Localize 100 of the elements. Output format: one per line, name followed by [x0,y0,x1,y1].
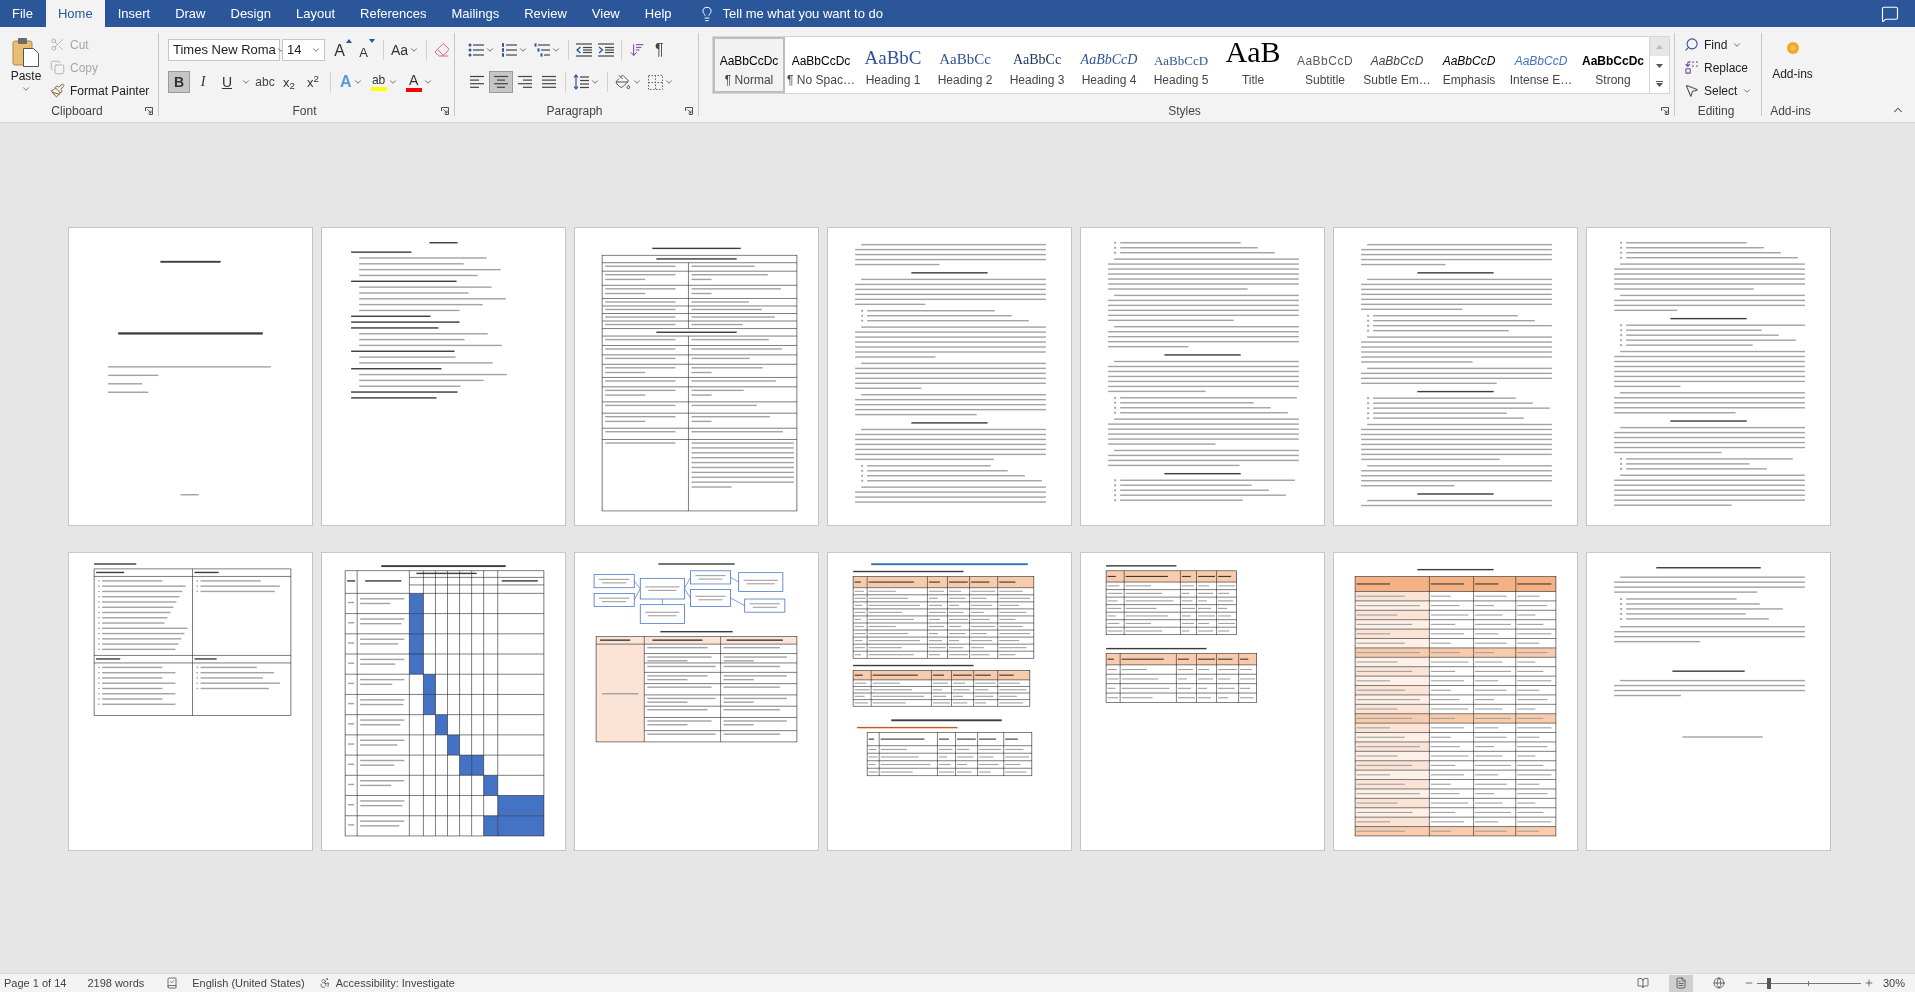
print-layout-button[interactable] [1668,974,1693,992]
plus-icon [1863,978,1874,988]
group-label: Add-ins [1770,104,1811,117]
group-label: Paragraph [546,104,603,117]
style-option[interactable]: AaBbCcD Heading 4 [1073,37,1145,93]
comment-icon [1881,4,1899,23]
page-icon [1674,977,1687,989]
align-center-button[interactable] [489,71,513,93]
style-option[interactable]: AaBbC Heading 1 [857,37,929,93]
dialog-launcher-button[interactable] [440,105,450,116]
superscript-button[interactable]: x$^{2}$ [302,71,324,93]
group-label: Clipboard [51,104,103,117]
align-center-icon [493,75,509,89]
underline-button[interactable]: U [216,71,238,93]
font-name-field[interactable]: Times New Roma [168,39,280,61]
dialog-launcher-button[interactable] [684,105,694,116]
caret-icon [518,45,528,55]
copy-icon [50,60,65,75]
change-case-button[interactable]: Aa [388,39,423,61]
dialog-launcher-button[interactable] [1660,105,1670,116]
strikethrough-button[interactable]: abc [254,71,276,93]
style-option[interactable]: AaBbCcD Emphasis [1433,37,1505,93]
dialog-launcher-button[interactable] [144,105,154,116]
ribbon-tab[interactable]: References [348,0,439,27]
triangle-up-icon [345,39,352,43]
style-option[interactable]: AaBbCcDc ¶ Normal [713,37,785,93]
caret-icon [422,77,433,87]
caret-icon [664,77,674,87]
highlight-color-button[interactable]: ab [367,71,401,93]
ribbon-tab[interactable]: Draw [163,0,218,27]
ribbon-tab[interactable]: Insert [105,0,163,27]
group-label: Styles [1168,104,1201,117]
shrink-font-button[interactable]: A [355,39,379,61]
numbered-list-icon [501,43,517,57]
find-button[interactable]: Find [1684,33,1753,56]
ribbon-tab[interactable]: Review [512,0,579,27]
justify-icon [541,75,557,89]
line-spacing-icon [573,74,589,90]
caret-icon [241,77,251,87]
caret-icon [352,77,363,87]
style-option[interactable]: AaBbCcD Subtle Em… [1361,37,1433,93]
book-check-icon[interactable] [166,977,179,989]
style-option[interactable]: AaBbCcD Heading 5 [1145,37,1217,93]
paint-bucket-icon [615,74,631,90]
ribbon-tab[interactable]: Home [45,0,105,27]
ribbon-tab[interactable]: View [579,0,632,27]
dialog-launcher-icon [145,106,153,115]
ribbon-tab[interactable]: Layout [283,0,347,27]
dialog-launcher-icon [1661,106,1669,115]
select-button[interactable]: Select [1684,79,1753,102]
more-icon [1656,81,1663,87]
style-option[interactable]: AaBbCcDc ¶ No Spac… [785,37,857,93]
subscript-button[interactable]: x$_{2}$ [278,71,300,93]
zoom-level[interactable]: 30% [1882,974,1915,992]
bold-button[interactable]: B [168,71,190,93]
ribbon-tab[interactable]: Design [218,0,283,27]
paste-button[interactable]: Paste [6,33,46,102]
language-label[interactable]: English (United States) [192,974,305,992]
style-option[interactable]: AaBbCc Heading 2 [929,37,1001,93]
style-option[interactable]: AaB Title [1217,37,1289,93]
dialog-launcher-icon [685,106,693,115]
caret-icon [311,45,321,55]
accessibility-status[interactable]: Accessibility: Investigate [335,974,455,992]
format-painter-button[interactable]: Format Painter [50,79,150,102]
ribbon-tab[interactable]: Help [632,0,684,27]
accessibility-icon[interactable] [318,977,331,989]
font-color-button[interactable]: A [402,71,436,93]
scissors-icon [50,37,65,52]
pointer-icon [1684,83,1699,98]
align-left-icon [469,75,485,89]
caret-icon [590,77,600,87]
zoom-slider[interactable] [1756,977,1861,989]
slider-thumb[interactable] [1767,977,1772,989]
style-option[interactable]: AaBbCcD Subtitle [1289,37,1361,93]
page-count[interactable]: Page 1 of 14 [0,974,67,992]
caret-icon [485,45,495,55]
style-option[interactable]: AaBbCcDc Strong [1577,37,1649,93]
show-formatting-marks-button[interactable]: ¶ [652,39,667,61]
word-count[interactable]: 2198 words [87,974,145,992]
font-size-field[interactable]: 14 [282,39,325,61]
decrease-indent-icon [576,43,592,57]
replace-button[interactable]: Replace [1684,56,1753,79]
ribbon-tab[interactable]: File [0,0,45,27]
bullet-list-icon [468,43,484,57]
group-label: Font [292,104,317,117]
ribbon-tab[interactable]: Mailings [439,0,512,27]
sort-icon [629,42,645,58]
globe-icon [1712,977,1725,989]
multilevel-list-icon [534,43,550,57]
add-ins-button[interactable]: Add-ins [1762,27,1823,102]
italic-button[interactable]: I [192,71,214,93]
style-option[interactable]: AaBbCcD Intense E… [1505,37,1577,93]
grow-font-button[interactable]: A [331,39,355,61]
tell-me-field[interactable]: Tell me what you want to do [722,3,913,24]
style-option[interactable]: AaBbCc Heading 3 [1001,37,1073,93]
triangle-down-icon [1656,63,1663,68]
borders-icon [648,74,663,90]
clipboard-paste-icon [12,37,40,67]
align-right-icon [517,75,533,89]
dialog-launcher-icon [441,106,449,115]
